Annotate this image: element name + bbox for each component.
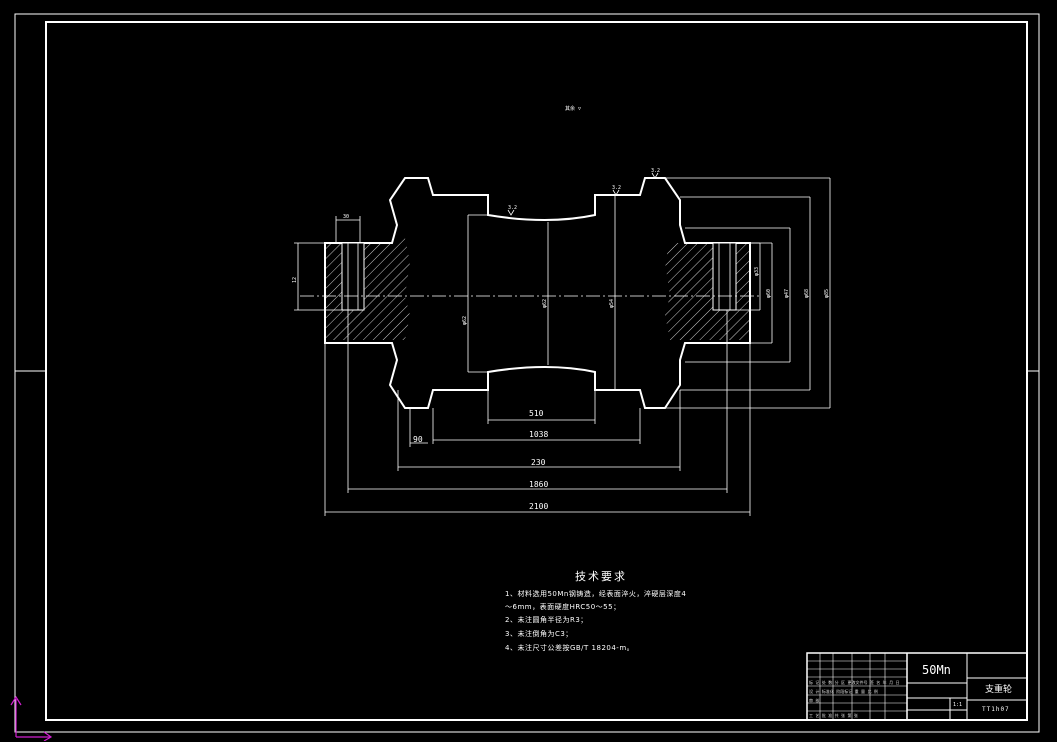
surface-finish-note: 其余 ▽ — [565, 105, 581, 112]
hatch-section-right — [665, 243, 750, 340]
dim-1860: 1860 — [529, 480, 548, 489]
dim-230: 230 — [531, 458, 546, 467]
title-block-scale: 1:1 — [953, 702, 963, 708]
dim-30: 30 — [343, 214, 349, 220]
dim-phi-8: φ85 — [824, 289, 830, 298]
title-block-row-1: 标 记 处 数 分 区 更改文件号 签 名 年 月 日 — [809, 680, 900, 685]
dim-phi-7: φ68 — [804, 289, 810, 298]
dim-2100: 2100 — [529, 502, 548, 511]
ucs-axis-icon — [10, 695, 53, 741]
dim-phi-5: φ60 — [766, 289, 772, 298]
dim-phi-3: φ54 — [609, 299, 615, 308]
title-block-part-name: 支重轮 — [985, 685, 1013, 695]
technical-note-1: 1、材料选用50Mn钢铸造，经表面淬火，淬硬层深度4 — [505, 590, 687, 598]
title-block-drawing-code: TT1h07 — [982, 706, 1010, 713]
technical-note-4: 4、未注尺寸公差按GB/T 18204-m。 — [505, 644, 635, 652]
title-block-row-4: 工 艺 批 准 共 张 第 张 — [809, 713, 858, 718]
dim-90: 90 — [413, 435, 423, 444]
hub-hole-right — [712, 242, 737, 311]
technical-note-1-cont: ～6mm，表面硬度HRC50～55； — [505, 603, 621, 611]
roughness-1: 3.2 — [508, 205, 517, 211]
technical-note-2: 2、未注圆角半径为R3； — [505, 616, 588, 624]
roughness-3: 3.2 — [651, 168, 660, 174]
dim-phi-1: φ62 — [462, 316, 468, 325]
dim-1038: 1038 — [529, 430, 548, 439]
title-block-material: 50Mn — [922, 663, 951, 677]
title-block-row-3: 审 核 — [809, 698, 820, 703]
hatch-section-left — [325, 238, 410, 340]
roughness-2: 3.2 — [612, 185, 621, 191]
technical-note-3: 3、未注倒角为C3； — [505, 630, 573, 638]
dim-phi-6: φ47 — [784, 289, 790, 298]
title-block-row-2: 设 计 标准化 阶段标记 重 量 比 例 — [809, 689, 878, 694]
dim-510: 510 — [529, 409, 544, 418]
dim-phi-2: φ62 — [542, 299, 548, 308]
dim-12: 12 — [292, 277, 298, 283]
hub-hole-left — [341, 242, 365, 311]
dim-phi-4: φ33 — [754, 267, 760, 276]
technical-requirements-title: 技术要求 — [575, 570, 627, 583]
